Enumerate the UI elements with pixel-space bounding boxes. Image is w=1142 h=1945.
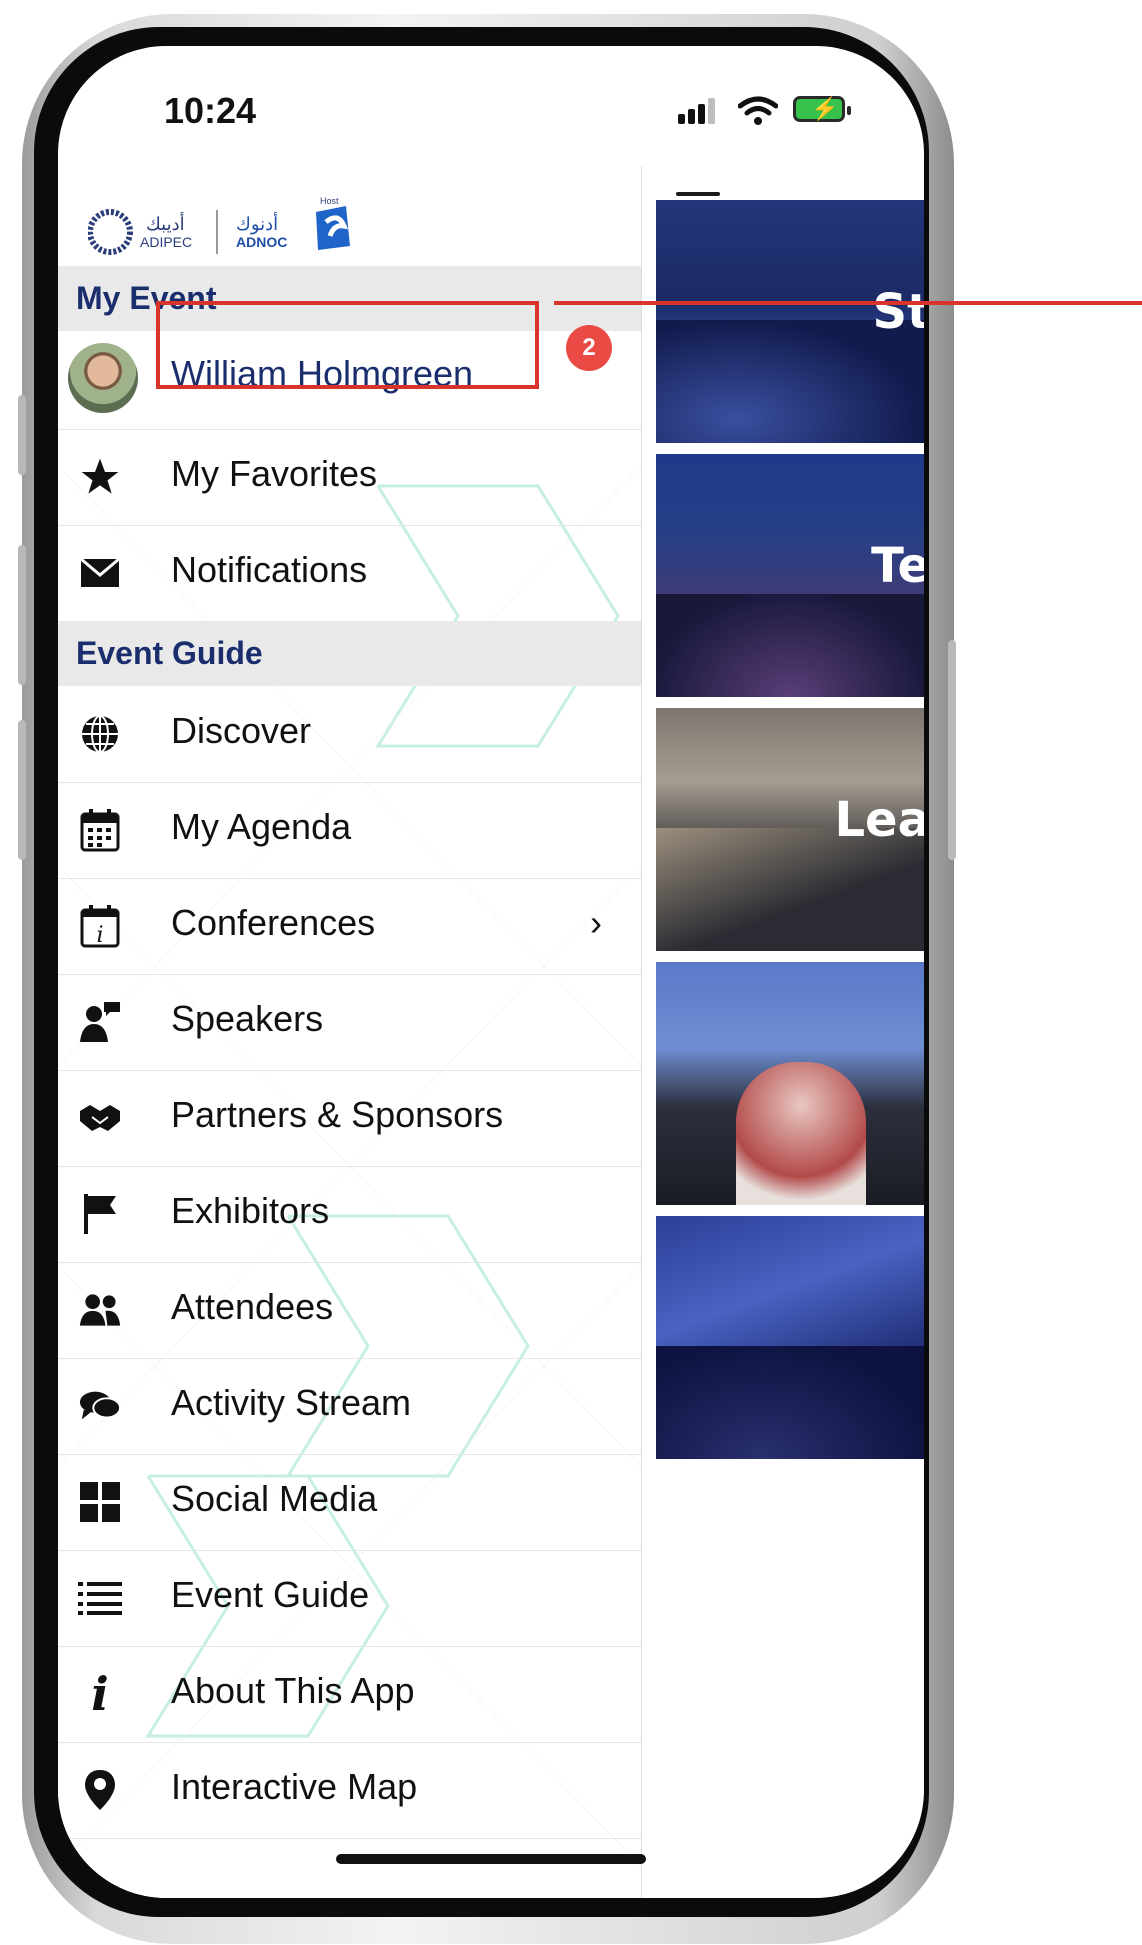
- menu-item-label: Speakers: [171, 998, 324, 1039]
- grid-icon: [78, 1480, 122, 1524]
- status-bar: 10:24 ⚡: [58, 46, 924, 166]
- silent-switch: [18, 395, 26, 475]
- users-icon: [78, 1288, 122, 1332]
- map-pin-icon: [78, 1768, 122, 1812]
- menu-item-label: Partners & Sponsors: [171, 1094, 504, 1135]
- logo-adipec-arabic: أديبك: [146, 214, 185, 234]
- volume-down-button: [18, 720, 26, 860]
- volume-up-button: [18, 545, 26, 685]
- menu-item-activity-stream[interactable]: Activity Stream: [58, 1358, 641, 1455]
- feed-card[interactable]: Lea: [656, 708, 924, 951]
- speaker-icon: [78, 1000, 122, 1044]
- card-title: St: [872, 284, 924, 340]
- logo-adnoc-arabic: أدنوك: [236, 214, 279, 234]
- menu-item-label: My Agenda: [171, 806, 352, 847]
- chat-icon: [78, 1384, 122, 1428]
- menu-item-discover[interactable]: Discover: [58, 686, 641, 783]
- menu-item-my-agenda[interactable]: My Agenda: [58, 782, 641, 879]
- avatar: [68, 343, 138, 413]
- adipec-adnoc-logo: [88, 206, 350, 255]
- side-drawer: ADIPEC أديبك ADNOC أدنوك Host My Event W…: [58, 166, 642, 1898]
- menu-item-label: Notifications: [171, 549, 368, 590]
- step-badge: 2: [566, 325, 612, 371]
- menu-item-partners-sponsors[interactable]: Partners & Sponsors: [58, 1070, 641, 1167]
- home-indicator[interactable]: [336, 1854, 646, 1864]
- card-image: [656, 1346, 924, 1459]
- menu-item-label: Discover: [171, 710, 312, 751]
- menu-item-event-guide[interactable]: Event Guide: [58, 1550, 641, 1647]
- svg-text:i: i: [96, 923, 103, 948]
- info-icon: i: [91, 1667, 109, 1721]
- list-icon: [78, 1576, 122, 1620]
- logo-host-text: Host: [320, 196, 339, 206]
- feed-card[interactable]: St: [656, 200, 924, 443]
- menu-item-label: About This App: [171, 1670, 415, 1711]
- menu-item-label: Social Media: [171, 1478, 378, 1519]
- logo-bar: ADIPEC أديبك ADNOC أدنوك Host: [58, 166, 641, 266]
- feed-card[interactable]: Te: [656, 454, 924, 697]
- wifi-icon: [738, 96, 778, 125]
- menu-item-my-favorites[interactable]: My Favorites: [58, 429, 641, 526]
- menu-item-conferences[interactable]: i Conferences ›: [58, 878, 641, 975]
- menu-item-label: Attendees: [171, 1286, 334, 1327]
- battery-icon: ⚡: [793, 96, 851, 122]
- signal-icon: [678, 98, 715, 124]
- card-title: Lea: [834, 792, 924, 848]
- menu-item-speakers[interactable]: Speakers: [58, 974, 641, 1071]
- chevron-right-icon: ›: [590, 902, 602, 943]
- menu-item-label: Conferences: [171, 902, 376, 943]
- globe-icon: [78, 712, 122, 756]
- power-button: [948, 640, 956, 860]
- feed-card[interactable]: [656, 962, 924, 1205]
- menu-item-exhibitors[interactable]: Exhibitors: [58, 1166, 641, 1263]
- menu-item-label: Event Guide: [171, 1574, 370, 1615]
- section-event-guide: Event Guide: [58, 621, 641, 686]
- card-title: Te: [871, 538, 924, 594]
- feed-card[interactable]: [656, 1216, 924, 1459]
- highlight-box: [156, 301, 539, 389]
- menu-item-label: Exhibitors: [171, 1190, 330, 1231]
- section-title: Event Guide: [76, 635, 263, 671]
- card-image: [736, 1062, 866, 1205]
- menu-item-about-this-app[interactable]: i About This App: [58, 1646, 641, 1743]
- envelope-icon: [78, 551, 122, 595]
- menu-item-label: Interactive Map: [171, 1766, 418, 1807]
- content-feed: St Te Lea: [656, 200, 924, 1470]
- menu-item-social-media[interactable]: Social Media: [58, 1454, 641, 1551]
- screen: 10:24 ⚡ ADIPEC أديبك ADNOC أدنوك Host My…: [58, 46, 924, 1898]
- logo-adipec-text: ADIPEC: [140, 234, 193, 250]
- logo-adnoc-text: ADNOC: [236, 234, 288, 250]
- handshake-icon: [78, 1096, 122, 1140]
- menu-item-label: My Favorites: [171, 453, 378, 494]
- calendar-info-icon: i: [78, 904, 122, 948]
- status-time: 10:24: [164, 90, 257, 131]
- callout-line: [554, 301, 1142, 305]
- star-icon: [78, 455, 122, 499]
- menu-item-interactive-map[interactable]: Interactive Map: [58, 1742, 641, 1839]
- flag-icon: [78, 1192, 122, 1236]
- calendar-icon: [78, 808, 122, 852]
- menu-item-attendees[interactable]: Attendees: [58, 1262, 641, 1359]
- card-image: [656, 594, 924, 697]
- menu-item-label: Activity Stream: [171, 1382, 412, 1423]
- menu-item-notifications[interactable]: Notifications: [58, 525, 641, 622]
